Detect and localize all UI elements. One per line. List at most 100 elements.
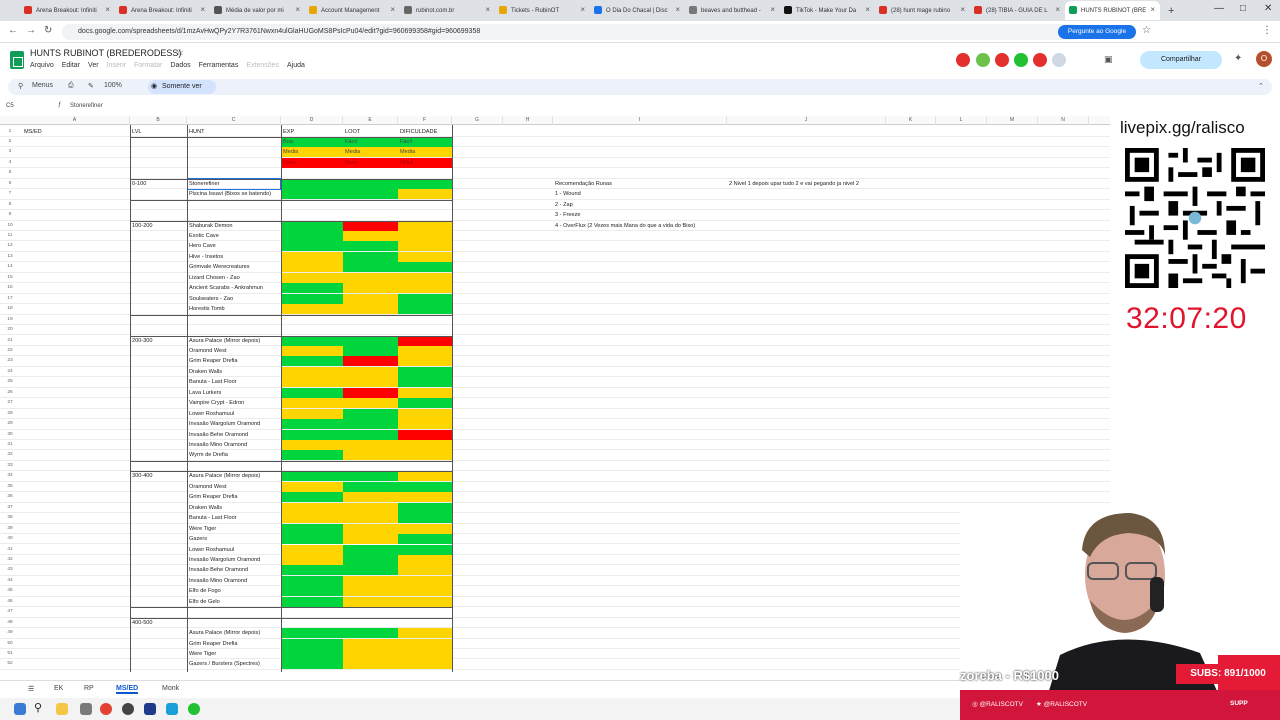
row-number[interactable]: 10 [0,221,20,231]
extension-icon[interactable] [995,53,1009,67]
hunt-name-cell[interactable]: Asura Palace (Mirror depois) [189,471,260,481]
loot-rating-cell[interactable] [343,272,398,283]
hunt-name-cell[interactable]: Draken Walls [189,367,222,377]
loot-rating-cell[interactable] [343,251,398,262]
loot-rating-cell[interactable] [343,366,398,377]
loot-rating-cell[interactable] [343,178,398,189]
hunt-name-cell[interactable]: Invasão Wargolum Oramond [189,419,260,429]
loot-rating-cell[interactable] [343,659,398,670]
difficulty-rating-cell[interactable] [398,429,452,440]
exp-rating-cell[interactable] [281,502,343,513]
zoom-select[interactable]: 100% [104,82,122,89]
exp-rating-cell[interactable] [281,272,343,283]
column-header[interactable]: A [20,116,130,125]
exp-rating-cell[interactable] [281,220,343,231]
menu-item[interactable]: Ajuda [287,62,305,69]
app-icon[interactable] [80,703,92,715]
exp-rating-cell[interactable] [281,492,343,503]
sheet-tab[interactable]: MS/ED [116,685,139,694]
hunt-name-cell[interactable]: Asura Palace (Mirror depois) [189,336,260,346]
difficulty-rating-cell[interactable] [398,335,452,346]
difficulty-rating-cell[interactable] [398,659,452,670]
gemini-icon[interactable]: ✦ [1234,53,1242,64]
loot-rating-cell[interactable] [343,565,398,576]
loot-rating-cell[interactable] [343,419,398,430]
row-number[interactable]: 35 [0,482,20,492]
reload-icon[interactable]: ↻ [44,25,52,36]
row-number[interactable]: 50 [0,639,20,649]
maximize-icon[interactable]: □ [1240,3,1246,14]
row-number[interactable]: 51 [0,649,20,659]
hunt-name-cell[interactable]: Invasão Mino Oramond [189,576,247,586]
difficulty-rating-cell[interactable] [398,450,452,461]
difficulty-rating-cell[interactable] [398,544,452,555]
row-number[interactable]: 22 [0,346,20,356]
exp-rating-cell[interactable] [281,241,343,252]
legend-label[interactable]: Media [283,147,298,157]
difficulty-rating-cell[interactable] [398,596,452,607]
sheet-tab[interactable]: Monk [162,685,179,692]
loot-rating-cell[interactable] [343,429,398,440]
exp-rating-cell[interactable] [281,304,343,315]
column-label-ms-ed[interactable]: MS/ED [24,127,42,137]
document-title[interactable]: HUNTS RUBINOT (BREDERODESS) [30,48,181,58]
loot-rating-cell[interactable] [343,534,398,545]
legend-label[interactable]: Fácil [345,137,357,147]
difficulty-rating-cell[interactable] [398,502,452,513]
row-number[interactable]: 38 [0,513,20,523]
close-tab-icon[interactable]: × [295,5,300,14]
difficulty-rating-cell[interactable] [398,440,452,450]
difficulty-rating-cell[interactable] [398,492,452,503]
hunt-name-cell[interactable]: Banuta - Last Floor [189,513,237,523]
hunt-name-cell[interactable]: Hive - Insetos [189,252,223,262]
row-number[interactable]: 28 [0,409,20,419]
exp-rating-cell[interactable] [281,471,343,482]
loot-rating-cell[interactable] [343,241,398,252]
menu-item[interactable]: Inserir [107,62,126,69]
row-number[interactable]: 46 [0,597,20,607]
level-range-cell[interactable]: 100-200 [132,221,153,231]
exp-rating-cell[interactable] [281,513,343,524]
exp-rating-cell[interactable] [281,398,343,409]
difficulty-rating-cell[interactable] [398,554,452,565]
difficulty-rating-cell[interactable] [398,387,452,398]
exp-rating-cell[interactable] [281,440,343,450]
hunt-name-cell[interactable]: Elfo de Gelo [189,597,220,607]
difficulty-rating-cell[interactable] [398,628,452,639]
close-tab-icon[interactable]: × [770,5,775,14]
column-header[interactable]: I [553,116,727,125]
column-header[interactable]: H [503,116,553,125]
column-header[interactable]: D [281,116,343,125]
browser-tab[interactable]: Arena Breakout: Infiniti × [20,1,115,20]
difficulty-rating-cell[interactable] [398,178,452,189]
file-explorer-icon[interactable] [56,703,68,715]
menu-item[interactable]: Ver [88,62,99,69]
hunt-name-cell[interactable]: Banuta - Last Floor [189,377,237,387]
browser-tab[interactable]: beaves and butthead - × [685,1,780,20]
menu-item[interactable]: Ferramentas [199,62,239,69]
row-number[interactable]: 17 [0,294,20,304]
loot-rating-cell[interactable] [343,304,398,315]
exp-rating-cell[interactable] [281,450,343,461]
difficulty-rating-cell[interactable] [398,471,452,482]
loot-rating-cell[interactable] [343,638,398,649]
row-number[interactable]: 32 [0,450,20,460]
row-number[interactable]: 5 [0,168,20,178]
hunt-name-cell[interactable]: Invasão Mino Oramond [189,440,247,450]
loot-rating-cell[interactable] [343,471,398,482]
loot-rating-cell[interactable] [343,492,398,503]
column-header[interactable]: F [398,116,452,125]
loot-rating-cell[interactable] [343,189,398,200]
exp-rating-cell[interactable] [281,523,343,534]
close-window-icon[interactable]: ✕ [1264,3,1272,14]
app-icon[interactable] [166,703,178,715]
google-sheets-logo-icon[interactable] [10,51,24,69]
exp-rating-cell[interactable] [281,283,343,294]
browser-tab[interactable]: Média de valor por mi × [210,1,305,20]
row-number[interactable]: 19 [0,315,20,325]
hunt-name-cell[interactable]: Invasão Wargolum Oramond [189,555,260,565]
extension-icon[interactable] [956,53,970,67]
difficulty-rating-cell[interactable] [398,283,452,294]
difficulty-rating-cell[interactable] [398,565,452,576]
difficulty-rating-cell[interactable] [398,513,452,524]
